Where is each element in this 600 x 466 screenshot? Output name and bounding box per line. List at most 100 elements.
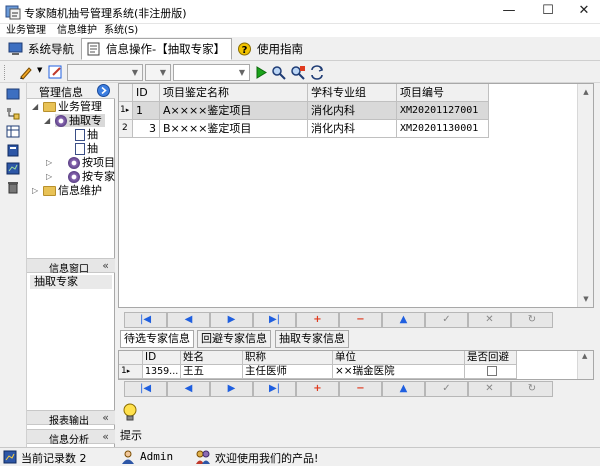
scroll-down-icon[interactable]: ▼ [578, 291, 594, 307]
trash-icon[interactable] [6, 181, 20, 194]
row-header[interactable]: 1▸ [119, 102, 133, 120]
scroll-up-icon[interactable]: ▲ [582, 352, 587, 360]
first-record-button[interactable]: |◀ [124, 312, 167, 328]
vertical-scrollbar[interactable]: ▲ [577, 351, 593, 379]
tree-node-maintain[interactable]: 信息维护 [43, 184, 102, 197]
maximize-button[interactable]: ☐ [530, 0, 566, 24]
table-cell[interactable]: B××××鉴定项目 [160, 120, 308, 138]
refresh-record-button[interactable]: ↻ [511, 312, 553, 328]
tree-node-extract[interactable]: 抽取专 [55, 114, 105, 127]
first-record-button[interactable]: |◀ [124, 381, 167, 397]
tab-candidate-experts[interactable]: 待选专家信息 [120, 330, 194, 348]
table-cell[interactable]: 王五 [181, 365, 243, 379]
delete-record-button[interactable]: − [339, 312, 382, 328]
tree-node-business[interactable]: 业务管理 [43, 100, 102, 113]
table-cell[interactable]: 消化内科 [308, 120, 397, 138]
refresh-icon[interactable] [309, 65, 325, 80]
navigation-icon[interactable] [6, 88, 20, 101]
expert-grid: ID 姓名 职称 单位 是否回避 1▸ 1359... 王五 主任医师 ××瑞金… [118, 350, 594, 380]
column-header[interactable]: 项目鉴定名称 [160, 84, 308, 102]
edit-record-button[interactable]: ▲ [382, 381, 425, 397]
dropdown-arrow-icon[interactable]: ▼ [37, 66, 42, 74]
edit-record-icon[interactable] [48, 65, 64, 80]
column-header[interactable]: ID [133, 84, 160, 102]
minimize-button[interactable]: — [491, 0, 527, 24]
search-icon[interactable] [271, 65, 287, 80]
tree-icon[interactable] [6, 107, 20, 120]
table-cell[interactable]: 1 [133, 102, 160, 120]
field-combo[interactable]: ▼ [67, 64, 143, 81]
table-cell[interactable]: XM20201127001 [397, 102, 489, 120]
edit-record-button[interactable]: ▲ [382, 312, 425, 328]
tree-node-by-item[interactable]: 按项目 [68, 156, 115, 169]
chevron-double-down-icon: « [102, 259, 109, 272]
pencil-icon[interactable] [18, 65, 34, 80]
post-record-button[interactable]: ✓ [425, 381, 468, 397]
column-header[interactable]: 项目编号 [397, 84, 489, 102]
help-icon: ? [238, 42, 251, 56]
last-record-button[interactable]: ▶| [253, 312, 296, 328]
row-header[interactable]: 1▸ [119, 365, 143, 379]
sub-navigator: |◀ ◀ ▶ ▶| + − ▲ ✓ ✕ ↻ [124, 381, 594, 397]
column-header[interactable]: 职称 [243, 351, 333, 365]
table-cell[interactable]: ××瑞金医院 [333, 365, 465, 379]
cancel-record-button[interactable]: ✕ [468, 381, 511, 397]
column-header[interactable]: ID [143, 351, 181, 365]
menu-maintain[interactable]: 信息维护 [57, 24, 97, 37]
refresh-record-button[interactable]: ↻ [511, 381, 553, 397]
info-window-bar[interactable]: 信息窗口 « [27, 258, 115, 275]
collapse-arrow-icon[interactable]: ▷ [46, 172, 52, 181]
tab-user-guide[interactable]: ? 使用指南 [232, 38, 310, 60]
last-record-button[interactable]: ▶| [253, 381, 296, 397]
tab-extracted-experts[interactable]: 抽取专家信息 [275, 330, 349, 348]
column-header[interactable]: 学科专业组 [308, 84, 397, 102]
book-icon[interactable] [6, 144, 20, 157]
tree-node-leaf2[interactable]: 抽 [75, 142, 98, 155]
delete-record-button[interactable]: − [339, 381, 382, 397]
tab-info-operation[interactable]: 信息操作-【抽取专家】 [81, 38, 233, 60]
vertical-scrollbar[interactable]: ▲ ▼ [577, 84, 593, 307]
run-icon[interactable] [253, 65, 269, 80]
table-cell[interactable]: A××××鉴定项目 [160, 102, 308, 120]
tab-avoid-experts[interactable]: 回避专家信息 [197, 330, 271, 348]
table-cell[interactable]: XM20201130001 [397, 120, 489, 138]
report-bar[interactable]: 报表输出 « [27, 410, 115, 427]
table-icon[interactable] [6, 125, 20, 138]
expand-arrow-icon[interactable]: ◢ [44, 116, 50, 125]
close-button[interactable]: ✕ [566, 0, 600, 24]
operator-combo[interactable]: ▼ [145, 64, 171, 81]
search-all-icon[interactable] [290, 65, 306, 80]
collapse-arrow-icon[interactable]: ▷ [46, 158, 52, 167]
insert-record-button[interactable]: + [296, 381, 339, 397]
tree-node-leaf1[interactable]: 抽 [75, 128, 98, 141]
nav-panel: 管理信息 ◢ 业务管理 ◢ 抽取专 抽 抽 ▷ 按项目 ▷ 按专家 ▷ 信息维护… [27, 83, 115, 447]
post-record-button[interactable]: ✓ [425, 312, 468, 328]
prior-record-button[interactable]: ◀ [167, 312, 210, 328]
menu-system[interactable]: 系统(S) [104, 24, 138, 37]
scroll-up-icon[interactable]: ▲ [578, 84, 594, 100]
cancel-record-button[interactable]: ✕ [468, 312, 511, 328]
analysis-bar[interactable]: 信息分析 « [27, 429, 115, 446]
collapse-icon[interactable] [97, 84, 110, 97]
column-header[interactable]: 姓名 [181, 351, 243, 365]
info-window-item[interactable]: 抽取专家 [30, 275, 112, 289]
column-header[interactable]: 是否回避 [465, 351, 517, 365]
table-cell[interactable]: 主任医师 [243, 365, 333, 379]
menu-business[interactable]: 业务管理 [6, 24, 46, 37]
avoid-checkbox[interactable] [487, 366, 497, 376]
insert-record-button[interactable]: + [296, 312, 339, 328]
tab-system-nav[interactable]: 系统导航 [3, 38, 81, 60]
row-header[interactable]: 2 [119, 120, 133, 138]
expand-arrow-icon[interactable]: ◢ [32, 102, 38, 111]
value-combo[interactable]: ▼ [173, 64, 250, 81]
next-record-button[interactable]: ▶ [210, 381, 253, 397]
table-cell[interactable]: 消化内科 [308, 102, 397, 120]
tree-node-by-expert[interactable]: 按专家 [68, 170, 115, 183]
collapse-arrow-icon[interactable]: ▷ [32, 186, 38, 195]
column-header[interactable]: 单位 [333, 351, 465, 365]
prior-record-button[interactable]: ◀ [167, 381, 210, 397]
chart-icon[interactable] [6, 162, 20, 175]
table-cell[interactable]: 3 [133, 120, 160, 138]
next-record-button[interactable]: ▶ [210, 312, 253, 328]
table-cell[interactable]: 1359... [143, 365, 181, 379]
